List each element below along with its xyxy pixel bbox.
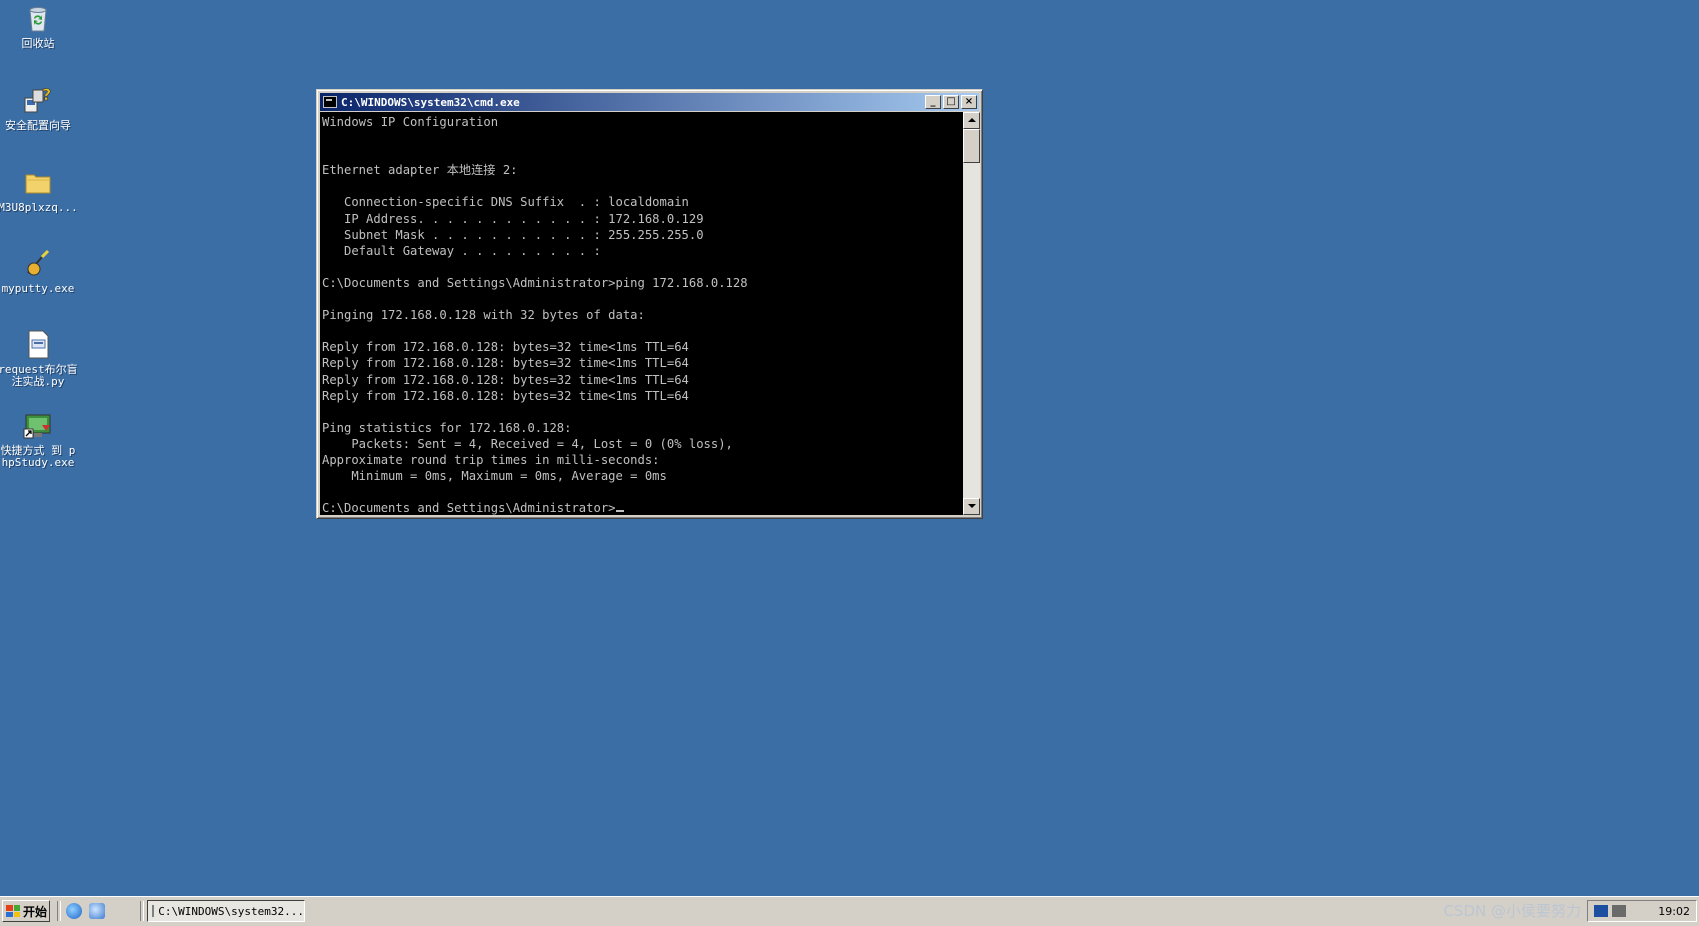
tray-app-icon[interactable] (1612, 905, 1626, 917)
scroll-down-button[interactable] (963, 498, 980, 515)
close-button[interactable]: × (961, 95, 977, 109)
show-desktop-icon[interactable] (89, 903, 105, 919)
watermark: CSDN @小侯要努力 (1443, 902, 1581, 920)
network-icon[interactable] (1594, 905, 1608, 917)
security-wizard-icon: ? (22, 84, 54, 116)
console-output[interactable]: Windows IP Configuration Ethernet adapte… (320, 112, 963, 515)
text-cursor (615, 510, 624, 513)
folder-icon (22, 166, 54, 198)
vertical-scrollbar[interactable] (963, 112, 980, 515)
taskbar-item-cmd[interactable]: C:\WINDOWS\system32... (147, 900, 305, 922)
desktop-icon-label: request布尔盲注实战.py (0, 363, 78, 388)
taskbar-divider (140, 901, 144, 921)
python-file-icon (22, 328, 54, 360)
cmd-window[interactable]: C:\WINDOWS\system32\cmd.exe _ □ × Window… (316, 89, 983, 519)
desktop-icon-folder[interactable]: M3U8plxzq... (0, 166, 78, 214)
scroll-up-button[interactable] (963, 112, 980, 129)
start-button[interactable]: 开始 (2, 900, 50, 922)
windows-flag-icon (6, 905, 20, 917)
scroll-thumb[interactable] (963, 129, 980, 163)
desktop-icon-label: 安全配置向导 (5, 119, 71, 132)
svg-text:?: ? (42, 85, 51, 104)
desktop-icon-python-file[interactable]: request布尔盲注实战.py (0, 328, 78, 388)
window-title: C:\WINDOWS\system32\cmd.exe (341, 95, 520, 109)
console-prompt: C:\Documents and Settings\Administrator> (322, 501, 616, 515)
desktop-icon-recycle-bin[interactable]: 回收站 (0, 2, 78, 50)
desktop-icon-label: 快捷方式 到 phpStudy.exe (0, 444, 76, 469)
desktop-icon-label: 回收站 (21, 37, 55, 50)
desktop-icon-security-wizard[interactable]: ? 安全配置向导 (0, 84, 78, 132)
phpstudy-shortcut-icon (22, 409, 54, 441)
system-tray: 19:02 (1587, 900, 1697, 922)
desktop-icon-putty[interactable]: myputty.exe (0, 247, 78, 295)
clock[interactable]: 19:02 (1658, 905, 1690, 918)
desktop-icon-phpstudy[interactable]: 快捷方式 到 phpStudy.exe (0, 409, 78, 469)
cmd-icon (152, 905, 155, 917)
desktop-icon-label: M3U8plxzq... (0, 201, 78, 214)
console-text: Windows IP Configuration Ethernet adapte… (322, 115, 748, 484)
internet-explorer-icon[interactable] (66, 903, 82, 919)
cmd-icon (323, 96, 337, 108)
maximize-button[interactable]: □ (943, 95, 959, 109)
desktop-icon-label: myputty.exe (1, 282, 75, 295)
putty-icon (22, 247, 54, 279)
minimize-button[interactable]: _ (925, 95, 941, 109)
recycle-bin-icon (22, 2, 54, 34)
taskbar-item-label: C:\WINDOWS\system32... (158, 904, 304, 918)
desktop: 回收站 ? 安全配置向导 M3U8plxzq... myputty.exe re… (0, 0, 1699, 896)
taskbar-divider (57, 901, 61, 921)
window-titlebar[interactable]: C:\WINDOWS\system32\cmd.exe _ □ × (320, 93, 979, 111)
start-label: 开始 (23, 904, 48, 919)
